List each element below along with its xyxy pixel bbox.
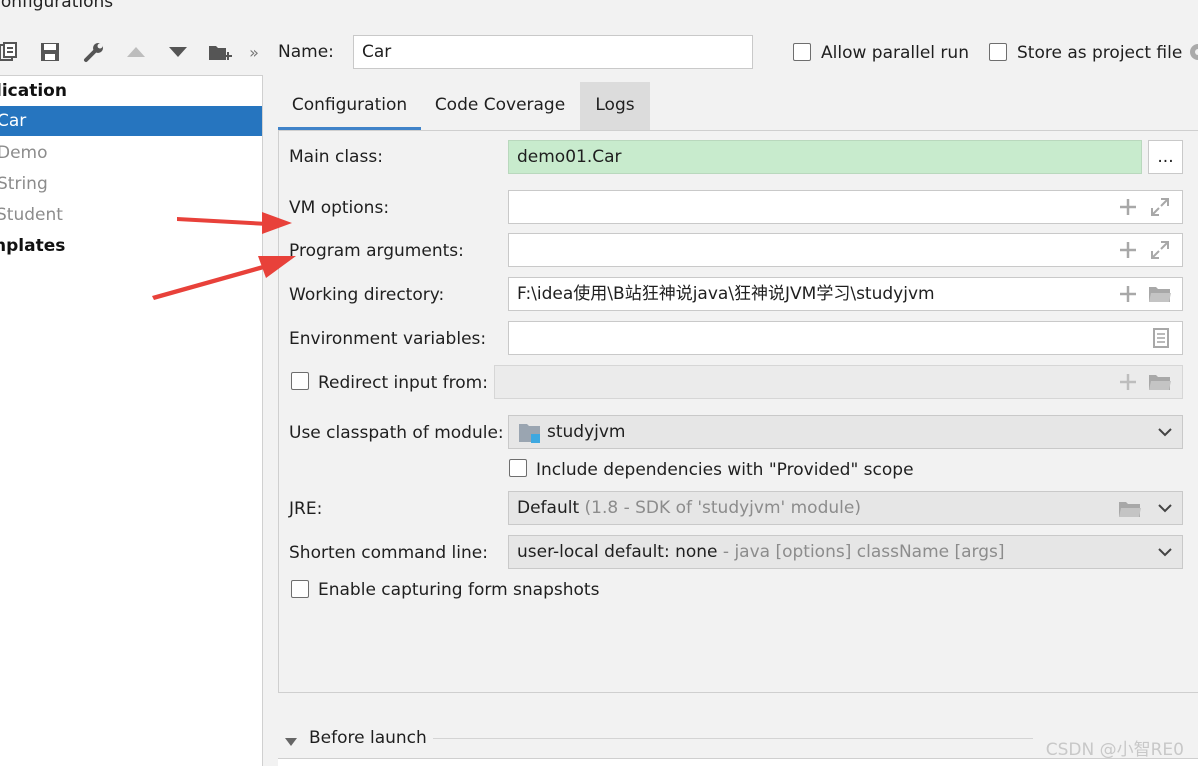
arrow-program-arguments (152, 256, 296, 300)
watermark: CSDN @小智RE0 (1045, 740, 1184, 760)
annotation-arrows (152, 212, 296, 300)
arrow-vm-options (177, 212, 292, 234)
